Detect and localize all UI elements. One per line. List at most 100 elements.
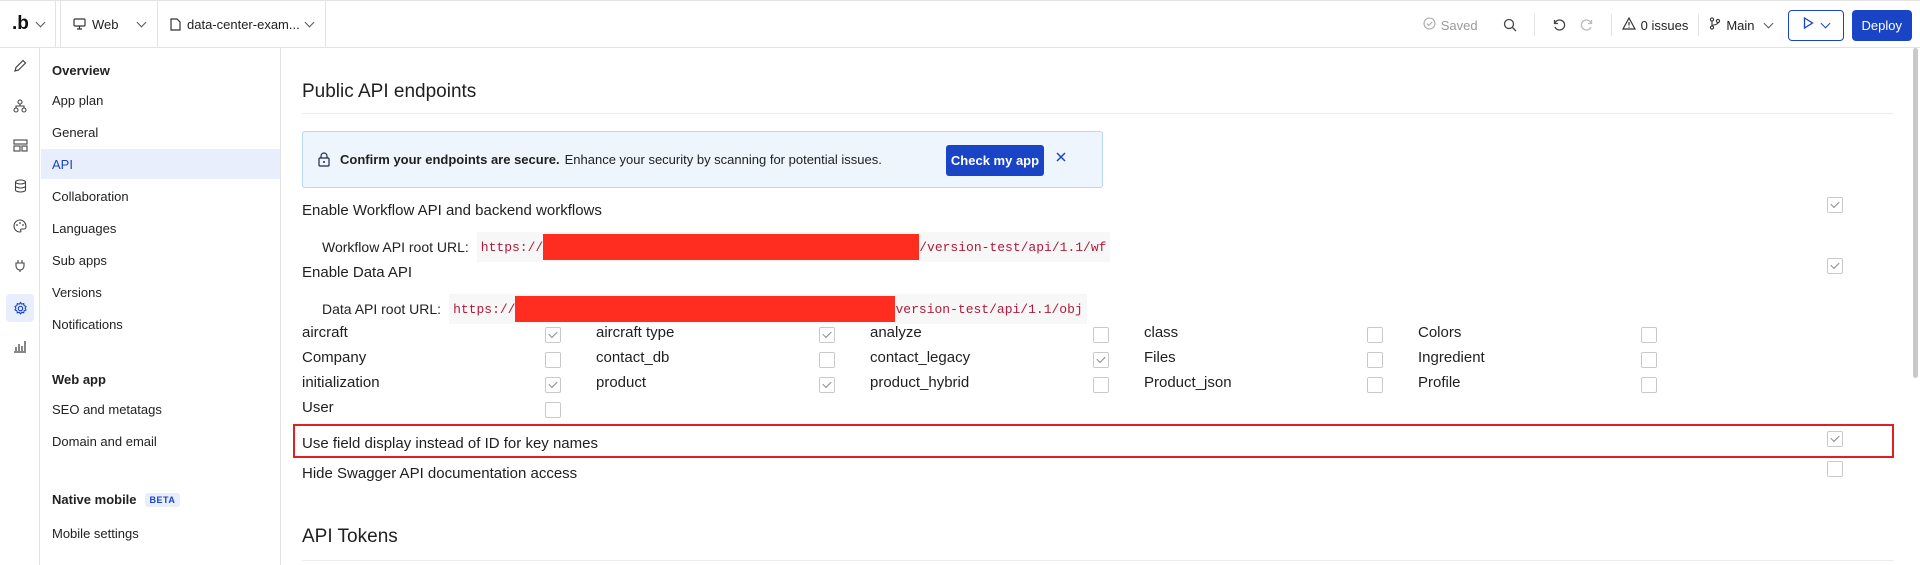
branch-dropdown[interactable]: Main [1709, 17, 1773, 33]
data-type-label: Profile [1418, 374, 1461, 391]
workflow-url-label: Workflow API root URL: [322, 239, 469, 255]
play-icon [1803, 16, 1814, 34]
deploy-button[interactable]: Deploy [1851, 9, 1912, 41]
sidebar-item-mobile-settings[interactable]: Mobile settings [41, 518, 280, 548]
hide-swagger-checkbox[interactable] [1827, 461, 1843, 477]
data-type-label: Colors [1418, 324, 1462, 341]
data-api-url: Data API root URL: https:// version-test/… [322, 294, 1087, 324]
warning-icon [1621, 16, 1636, 33]
issues-button[interactable]: 0 issues [1621, 16, 1688, 33]
saved-status: Saved [1423, 17, 1478, 33]
workflow-url-prefix: https:// [480, 239, 544, 255]
data-api-label: Enable Data API [302, 264, 413, 281]
chevron-down-icon [1763, 18, 1773, 28]
workflow-icon [13, 98, 27, 118]
divider [1610, 14, 1612, 36]
data-type-label: analyze [870, 324, 922, 341]
data-url-code[interactable]: https:// version-test/api/1.1/obj [449, 294, 1087, 324]
design-tab[interactable] [0, 54, 40, 82]
data-type-checkbox[interactable] [545, 352, 561, 368]
sidebar-item-app-plan[interactable]: App plan [41, 85, 280, 115]
sidebar-item-general[interactable]: General [41, 117, 280, 147]
data-type-label: initialization [302, 374, 380, 391]
sidebar-item-api[interactable]: API [41, 149, 280, 179]
data-type-checkbox[interactable] [545, 402, 561, 418]
sidebar-item-seo[interactable]: SEO and metatags [41, 394, 280, 424]
logs-tab[interactable] [0, 334, 40, 362]
field-display-checkbox[interactable] [1827, 431, 1843, 447]
workflow-api-label: Enable Workflow API and backend workflow… [302, 202, 602, 219]
app-page-dropdown[interactable]: data-center-exam... [158, 1, 326, 47]
data-type-checkbox[interactable] [819, 327, 835, 343]
styles-tab[interactable] [0, 134, 40, 162]
data-type-label: contact_legacy [870, 349, 971, 366]
settings-icon [6, 294, 34, 322]
file-icon [170, 17, 181, 31]
top-bar: .b Web data-center-exam... Saved 0 issue… [0, 0, 1920, 48]
sidebar-section-overview[interactable]: Overview [52, 63, 110, 78]
data-api-checkbox[interactable] [1827, 258, 1843, 274]
data-type-checkbox[interactable] [545, 327, 561, 343]
hide-swagger-label: Hide Swagger API documentation access [302, 465, 578, 482]
preview-button[interactable] [1787, 9, 1844, 41]
platform-dropdown[interactable]: Web [60, 1, 158, 47]
sidebar-item-languages[interactable]: Languages [41, 213, 280, 243]
workflow-api-checkbox[interactable] [1827, 197, 1843, 213]
workflow-tab[interactable] [0, 94, 40, 122]
check-my-app-button[interactable]: Check my app [946, 145, 1044, 176]
chart-icon [13, 339, 27, 358]
data-url-prefix: https:// [453, 301, 516, 317]
data-type-checkbox[interactable] [1093, 352, 1109, 368]
main-content: Public API endpoints Confirm your endpoi… [282, 48, 1912, 565]
sidebar-item-collaboration[interactable]: Collaboration [41, 181, 280, 211]
icon-rail [0, 48, 40, 565]
workflow-api-url: Workflow API root URL: https:// /version-… [322, 232, 1111, 262]
sidebar-item-sub-apps[interactable]: Sub apps [41, 245, 280, 275]
redaction-block [543, 234, 920, 260]
data-type-checkbox[interactable] [819, 352, 835, 368]
divider [1698, 14, 1700, 36]
sidebar-item-versions[interactable]: Versions [41, 277, 280, 307]
undo-icon[interactable] [1545, 18, 1573, 32]
beta-badge: BETA [144, 492, 181, 507]
settings-tab[interactable] [0, 294, 40, 322]
banner-bold-text: Confirm your endpoints are secure. [340, 152, 560, 167]
scrollbar[interactable] [1913, 48, 1918, 378]
data-type-checkbox[interactable] [1367, 352, 1383, 368]
data-type-checkbox[interactable] [1641, 377, 1657, 393]
banner-text: Enhance your security by scanning for po… [564, 152, 882, 167]
palette-icon [13, 218, 27, 238]
styles-palette-tab[interactable] [0, 214, 40, 242]
plugins-tab[interactable] [0, 254, 40, 282]
chevron-down-icon [304, 17, 315, 27]
data-type-label: aircraft [302, 324, 348, 341]
data-type-checkbox[interactable] [545, 377, 561, 393]
data-type-checkbox[interactable] [1093, 377, 1109, 393]
chevron-down-icon [35, 17, 46, 27]
data-type-label: Files [1144, 349, 1176, 366]
data-type-label: Product_json [1144, 374, 1232, 391]
data-type-checkbox[interactable] [1367, 327, 1383, 343]
workflow-url-code[interactable]: https:// /version-test/api/1.1/wf [476, 232, 1111, 262]
search-icon[interactable] [1496, 18, 1524, 32]
app-logo-menu[interactable]: .b [0, 1, 56, 47]
logo: .b [12, 13, 29, 34]
field-display-label: Use field display instead of ID for key … [302, 435, 598, 452]
chevron-down-icon [1820, 18, 1830, 28]
sidebar-item-notifications[interactable]: Notifications [41, 309, 280, 339]
data-type-checkbox[interactable] [1093, 327, 1109, 343]
close-icon[interactable] [1055, 151, 1067, 166]
data-type-checkbox[interactable] [819, 377, 835, 393]
divider [302, 113, 1894, 114]
check-circle-icon [1423, 17, 1436, 33]
plug-icon [13, 259, 27, 278]
sidebar-item-domain-email[interactable]: Domain and email [41, 426, 280, 456]
data-type-checkbox[interactable] [1641, 352, 1657, 368]
security-banner: Confirm your endpoints are secure. Enhan… [302, 131, 1103, 188]
redo-icon[interactable] [1573, 18, 1601, 32]
data-tab[interactable] [0, 174, 40, 202]
data-type-label: product_hybrid [870, 374, 970, 391]
workflow-url-suffix: /version-test/api/1.1/wf [919, 239, 1107, 255]
data-type-checkbox[interactable] [1367, 377, 1383, 393]
data-type-checkbox[interactable] [1641, 327, 1657, 343]
